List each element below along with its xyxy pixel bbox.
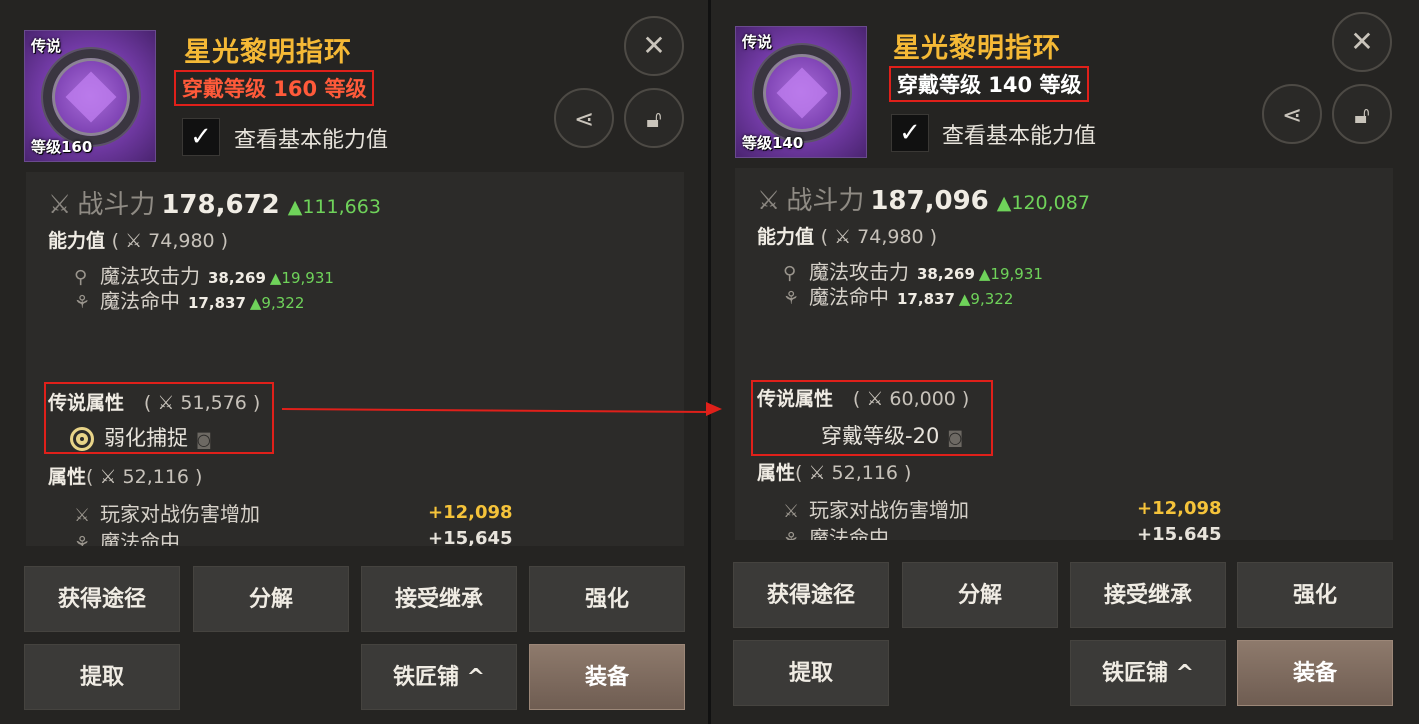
stat-delta: ▲9,322 (958, 290, 1014, 308)
view-base-stats-label: 查看基本能力值 (234, 128, 389, 153)
obtain-path-button[interactable]: 获得途径 (24, 566, 180, 632)
combat-power-row: ⚔ 战斗力 178,672 ▲111,663 (48, 184, 381, 221)
stat-value: 17,837 (188, 294, 246, 312)
prop-row-pvp-damage: ⚔ 玩家对战伤害增加 (74, 498, 260, 527)
combat-power-label: 战斗力 (77, 190, 156, 220)
combat-power-value: 178,672 (161, 190, 280, 220)
check-icon: ✓ (190, 122, 212, 152)
prop-value-pvp-damage: +12,098 (428, 502, 513, 523)
ability-sub: ( ⚔ 74,980 ) (111, 230, 229, 252)
close-button[interactable]: ✕ (1332, 12, 1392, 72)
rarity-tag: 传说 (742, 33, 773, 51)
stat-value: 17,837 (897, 290, 955, 308)
prop-value-magic-hit: +15,645 (428, 528, 513, 546)
props-sub: ( ⚔ 52,116 ) (795, 462, 912, 484)
item-name: 星光黎明指环 (184, 37, 352, 68)
ability-title: 能力值 (48, 230, 106, 252)
item-thumbnail: 传说 等级140 (735, 26, 867, 158)
lock-button[interactable]: 🔓︎ (624, 88, 684, 148)
comparison-arrow (281, 402, 722, 416)
prop-row-magic-hit: ⚘ 魔法命中 (74, 526, 180, 546)
item-detail-panel-right: 传说 等级140 星光黎明指环 穿戴等级 140 等级 ✓ 查看基本能力值 ✕ … (711, 0, 1419, 724)
crossed-swords-icon: ⚔ (757, 186, 781, 216)
prop-name: 玩家对战伤害增加 (100, 502, 260, 526)
stat-row-magic-hit: ⚘ 魔法命中 17,837 ▲9,322 (783, 281, 1013, 310)
enhance-button[interactable]: 强化 (1237, 562, 1393, 628)
stat-name: 魔法命中 (809, 285, 889, 309)
obtain-path-button[interactable]: 获得途径 (733, 562, 889, 628)
blacksmith-button[interactable]: 铁匠铺 ^ (1070, 640, 1226, 706)
wear-level-highlight: 穿戴等级 160 等级 (174, 70, 375, 106)
close-icon: ✕ (642, 29, 666, 62)
combat-power-value: 187,096 (870, 186, 989, 216)
props-section-title: 属性( ⚔ 52,116 ) (48, 462, 202, 489)
props-title: 属性 (48, 466, 87, 488)
stats-panel[interactable]: ⚔ 战斗力 178,672 ▲111,663 能力值 ( ⚔ 74,980 ) ⚲ 魔法… (26, 172, 684, 546)
combat-power-delta: ▲120,087 (996, 192, 1090, 214)
inherit-button[interactable]: 接受继承 (1070, 562, 1226, 628)
magic-hit-icon: ⚘ (74, 292, 91, 313)
close-button[interactable]: ✕ (624, 16, 684, 76)
item-thumbnail: 传说 等级160 (24, 30, 156, 162)
prop-value-magic-hit: +15,645 (1137, 524, 1222, 540)
equip-button[interactable]: 装备 (1237, 640, 1393, 706)
item-level-tag: 等级160 (31, 138, 93, 156)
stat-delta: ▲9,322 (249, 294, 305, 312)
crossed-swords-icon: ⚔ (48, 190, 72, 220)
share-button[interactable]: ⋖ (554, 88, 614, 148)
close-icon: ✕ (1350, 25, 1374, 58)
equip-button[interactable]: 装备 (529, 644, 685, 710)
ability-section-title: 能力值 ( ⚔ 74,980 ) (757, 222, 937, 249)
magic-hit-icon: ⚘ (74, 533, 91, 546)
ability-title: 能力值 (757, 226, 815, 248)
ability-sub: ( ⚔ 74,980 ) (820, 226, 938, 248)
extract-button[interactable]: 提取 (733, 640, 889, 706)
inherit-button[interactable]: 接受继承 (361, 566, 517, 632)
share-button[interactable]: ⋖ (1262, 84, 1322, 144)
item-name: 星光黎明指环 (893, 33, 1061, 64)
arrow-head (706, 402, 722, 416)
props-title: 属性 (757, 462, 796, 484)
stat-row-magic-hit: ⚘ 魔法命中 17,837 ▲9,322 (74, 285, 304, 314)
prop-row-magic-hit: ⚘ 魔法命中 (783, 522, 889, 540)
arrow-line (281, 408, 710, 413)
magic-hit-icon: ⚘ (783, 529, 800, 540)
combat-power-label: 战斗力 (786, 186, 865, 216)
share-icon: ⋖ (1281, 101, 1303, 129)
view-base-stats-checkbox[interactable]: ✓ (891, 114, 929, 152)
stats-panel[interactable]: ⚔ 战斗力 187,096 ▲120,087 能力值 ( ⚔ 74,980 ) ⚲ 魔法… (735, 168, 1393, 540)
prop-name: 魔法命中 (100, 530, 180, 546)
prop-name: 玩家对战伤害增加 (809, 498, 969, 522)
enhance-button[interactable]: 强化 (529, 566, 685, 632)
legend-attr-highlight (44, 382, 274, 454)
props-sub: ( ⚔ 52,116 ) (86, 466, 203, 488)
pvp-icon: ⚔ (74, 505, 91, 526)
check-icon: ✓ (899, 118, 921, 148)
extract-button[interactable]: 提取 (24, 644, 180, 710)
props-section-title: 属性( ⚔ 52,116 ) (757, 458, 911, 485)
view-base-stats-label: 查看基本能力值 (942, 124, 1097, 149)
item-level-tag: 等级140 (742, 134, 804, 152)
rarity-tag: 传说 (31, 37, 62, 55)
wear-level-highlight: 穿戴等级 140 等级 (889, 66, 1090, 102)
blacksmith-button[interactable]: 铁匠铺 ^ (361, 644, 517, 710)
combat-power-row: ⚔ 战斗力 187,096 ▲120,087 (757, 180, 1090, 217)
prop-value-pvp-damage: +12,098 (1137, 498, 1222, 519)
view-base-stats-checkbox[interactable]: ✓ (182, 118, 220, 156)
prop-name: 魔法命中 (809, 526, 889, 540)
magic-hit-icon: ⚘ (783, 288, 800, 309)
decompose-button[interactable]: 分解 (193, 566, 349, 632)
decompose-button[interactable]: 分解 (902, 562, 1058, 628)
pvp-icon: ⚔ (783, 501, 800, 522)
legend-attr-highlight (751, 380, 993, 456)
combat-power-delta: ▲111,663 (287, 196, 381, 218)
stat-name: 魔法命中 (100, 289, 180, 313)
prop-row-pvp-damage: ⚔ 玩家对战伤害增加 (783, 494, 969, 523)
ability-section-title: 能力值 ( ⚔ 74,980 ) (48, 226, 228, 253)
lock-icon: 🔓︎ (646, 105, 662, 133)
lock-icon: 🔓︎ (1354, 101, 1370, 129)
lock-button[interactable]: 🔓︎ (1332, 84, 1392, 144)
share-icon: ⋖ (573, 105, 595, 133)
item-detail-panel-left: 传说 等级160 星光黎明指环 穿戴等级 160 等级 ✓ 查看基本能力值 ✕ … (0, 0, 708, 724)
